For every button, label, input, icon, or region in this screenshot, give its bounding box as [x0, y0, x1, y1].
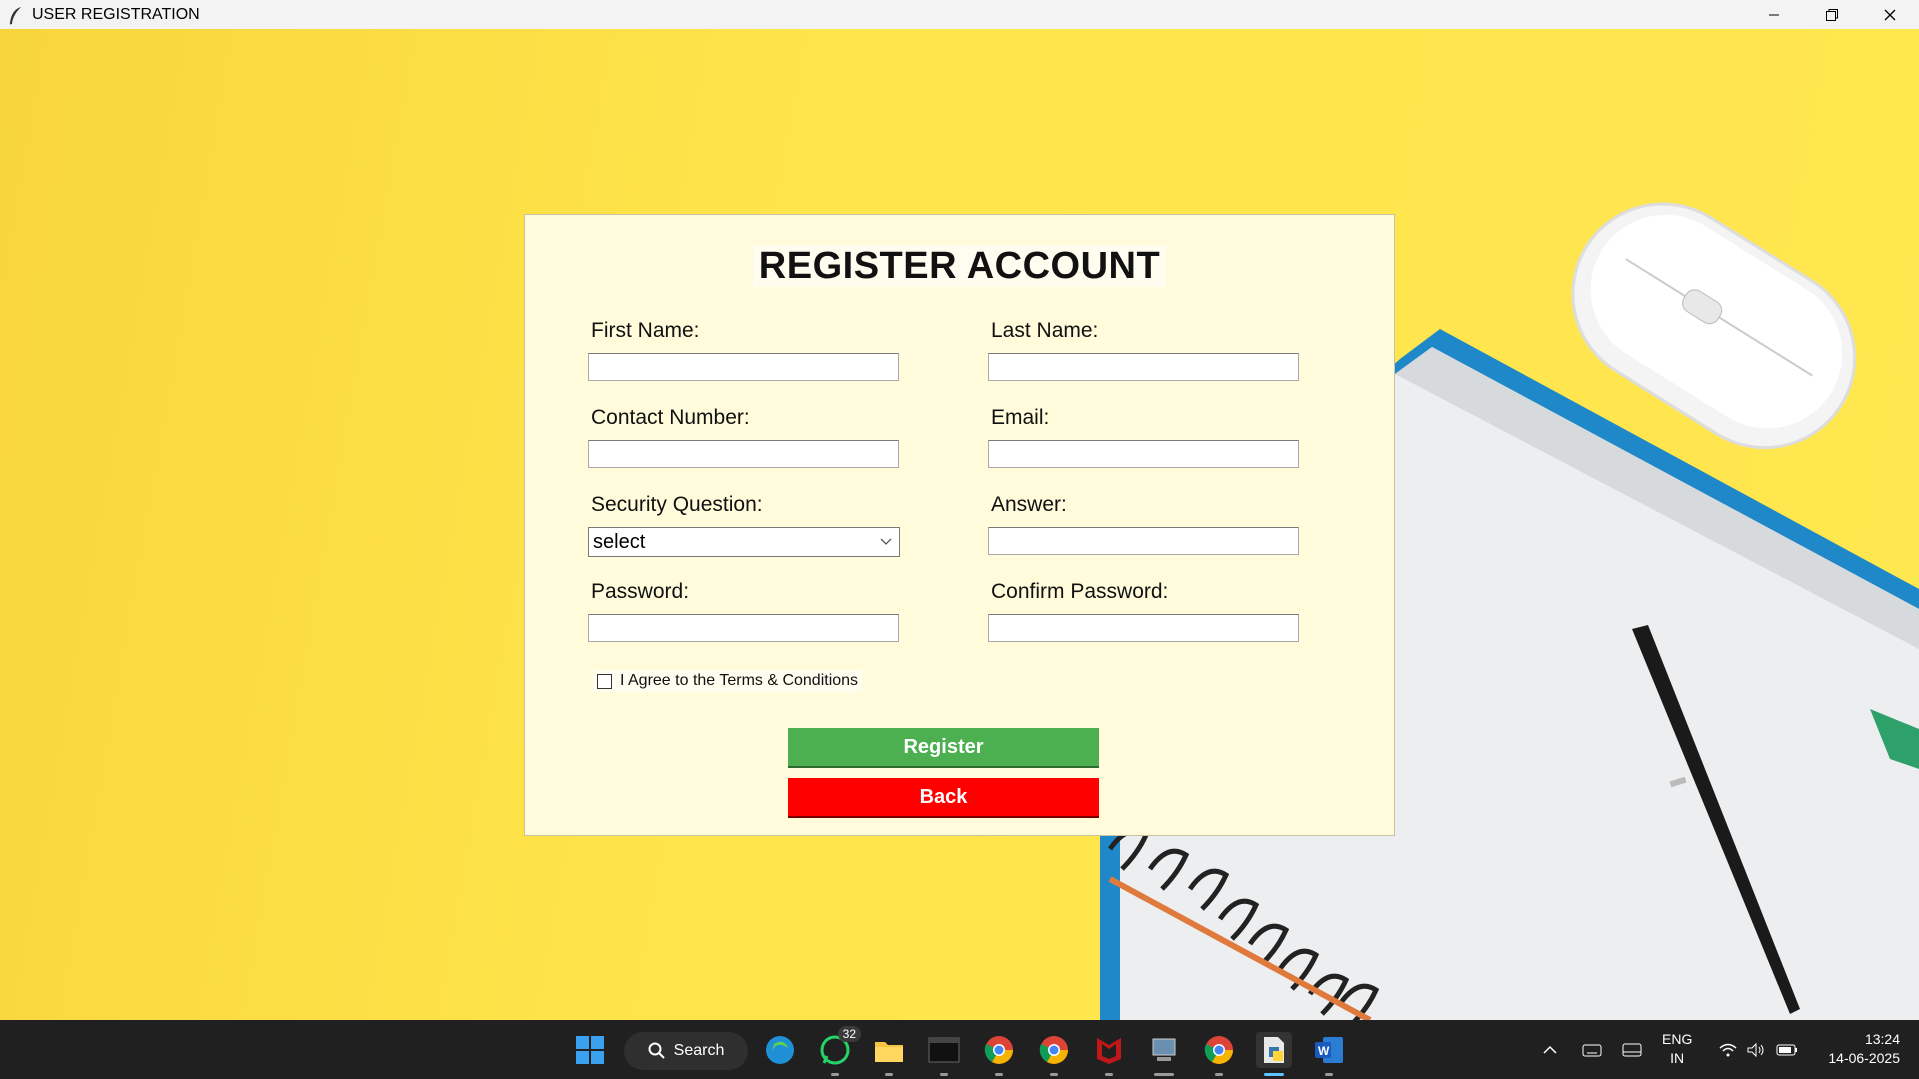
- windows-start-button[interactable]: [572, 1032, 608, 1068]
- title-bar: USER REGISTRATION: [0, 0, 1919, 29]
- python-idle-icon: [1264, 1037, 1284, 1063]
- close-button[interactable]: [1861, 0, 1919, 29]
- svg-text:W: W: [1318, 1044, 1330, 1058]
- language-indicator[interactable]: ENG IN: [1662, 1030, 1692, 1068]
- registration-form: REGISTER ACCOUNT First Name: Last Name: …: [524, 214, 1395, 836]
- security-question-value: select: [593, 530, 646, 553]
- whatsapp-button[interactable]: 32: [817, 1026, 861, 1076]
- confirm-password-label: Confirm Password:: [991, 580, 1169, 603]
- terminal-icon: [928, 1037, 960, 1063]
- chrome-icon: [984, 1036, 1013, 1064]
- mcafee-button[interactable]: [1091, 1032, 1127, 1076]
- keyboard-icon: [1582, 1044, 1602, 1056]
- search-icon: [648, 1042, 665, 1059]
- feather-icon: [9, 6, 21, 25]
- password-input[interactable]: [588, 614, 899, 642]
- windows-start-icon: [576, 1036, 604, 1064]
- contact-number-label: Contact Number:: [591, 406, 750, 429]
- word-button[interactable]: W: [1311, 1032, 1347, 1076]
- search-label: Search: [673, 1042, 725, 1059]
- word-icon: W: [1315, 1037, 1343, 1063]
- volume-tray[interactable]: [1746, 1020, 1766, 1079]
- network-app-button[interactable]: [1146, 1032, 1182, 1076]
- contact-number-input[interactable]: [588, 440, 899, 468]
- restore-icon: [1826, 8, 1838, 21]
- battery-icon: [1776, 1044, 1797, 1055]
- clock[interactable]: 13:24 14-06-2025: [1815, 1030, 1900, 1068]
- register-button[interactable]: Register: [788, 728, 1099, 768]
- answer-input[interactable]: [988, 527, 1299, 555]
- restore-button[interactable]: [1803, 0, 1861, 29]
- chrome-icon: [1204, 1036, 1233, 1064]
- back-button[interactable]: Back: [788, 778, 1099, 818]
- edge-icon: [766, 1036, 794, 1064]
- file-explorer-icon: [875, 1042, 903, 1062]
- window-title: USER REGISTRATION: [32, 5, 200, 23]
- chrome-icon: [1039, 1036, 1068, 1064]
- minimize-icon: [1769, 14, 1779, 15]
- show-hidden-icons-button[interactable]: [1542, 1020, 1558, 1079]
- first-name-input[interactable]: [588, 353, 899, 381]
- chrome-button-3[interactable]: [1201, 1032, 1237, 1076]
- taskbar: Search 32 W ENG IN 13:24 14-06-2025: [0, 1020, 1919, 1079]
- security-question-select[interactable]: select: [588, 527, 900, 557]
- network-app-icon: [1152, 1038, 1176, 1061]
- last-name-input[interactable]: [988, 353, 1299, 381]
- password-label: Password:: [591, 580, 690, 603]
- monitor-icon: [1622, 1043, 1642, 1056]
- chevron-down-icon: [880, 538, 892, 545]
- display-tray[interactable]: [1622, 1020, 1642, 1079]
- wifi-icon: [1719, 1043, 1737, 1056]
- file-explorer-button[interactable]: [871, 1032, 907, 1076]
- email-input[interactable]: [988, 440, 1299, 468]
- email-label: Email:: [991, 406, 1050, 429]
- last-name-label: Last Name:: [991, 319, 1099, 342]
- battery-tray[interactable]: [1776, 1020, 1798, 1079]
- taskbar-search[interactable]: Search: [624, 1032, 748, 1070]
- close-icon: [1884, 9, 1896, 20]
- form-heading: REGISTER ACCOUNT: [525, 245, 1394, 288]
- network-tray[interactable]: [1718, 1020, 1738, 1079]
- minimize-button[interactable]: [1745, 0, 1803, 29]
- speaker-icon: [1747, 1042, 1764, 1057]
- security-question-label: Security Question:: [591, 493, 763, 516]
- chrome-button-1[interactable]: [981, 1032, 1017, 1076]
- mcafee-icon: [1097, 1038, 1121, 1064]
- edge-button[interactable]: [762, 1032, 798, 1068]
- chevron-up-icon: [1543, 1045, 1557, 1054]
- confirm-password-input[interactable]: [988, 614, 1299, 642]
- answer-label: Answer:: [991, 493, 1067, 516]
- terms-label: I Agree to the Terms & Conditions: [620, 672, 859, 689]
- first-name-label: First Name:: [591, 319, 700, 342]
- chrome-button-2[interactable]: [1036, 1032, 1072, 1076]
- terms-checkbox[interactable]: [597, 673, 612, 689]
- keyboard-tray[interactable]: [1582, 1020, 1602, 1079]
- whatsapp-badge: 32: [837, 1026, 861, 1042]
- terminal-button[interactable]: [926, 1032, 962, 1076]
- terms-checkbox-row[interactable]: I Agree to the Terms & Conditions: [593, 670, 863, 692]
- python-idle-button[interactable]: [1256, 1032, 1292, 1076]
